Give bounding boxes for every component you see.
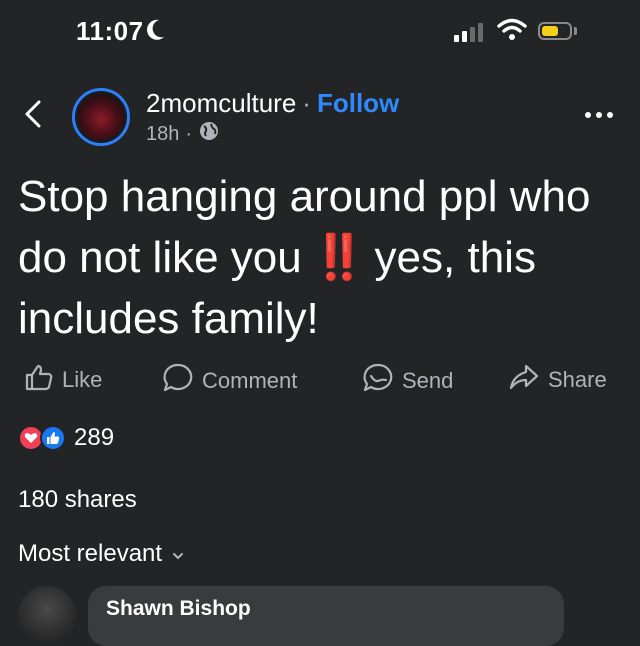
crescent-moon-icon — [146, 18, 166, 47]
author-separator: · — [302, 88, 311, 118]
status-time: 11:07 — [76, 16, 144, 46]
reaction-count: 289 — [74, 424, 115, 451]
messenger-icon — [362, 362, 394, 400]
author-line: 2momculture · Follow — [146, 88, 399, 119]
share-button[interactable]: Share — [508, 362, 607, 398]
wifi-icon — [497, 17, 527, 46]
author-name[interactable]: 2momculture — [146, 88, 296, 118]
post-meta: 18h · — [146, 120, 220, 148]
shares-count[interactable]: 180 shares — [18, 486, 137, 514]
comment-author[interactable]: Shawn Bishop — [106, 597, 251, 621]
comment-label: Comment — [202, 368, 298, 393]
thumbs-up-icon — [24, 362, 54, 398]
post-actions: Like Comment Send Share — [24, 362, 624, 396]
send-button[interactable]: Send — [362, 362, 453, 400]
comment-bubble-icon — [162, 362, 194, 400]
reaction-summary[interactable]: 289 — [18, 424, 114, 452]
comment-button[interactable]: Comment — [162, 362, 297, 400]
double-exclamation-emoji: ‼️ — [311, 233, 367, 282]
commenter-avatar[interactable] — [18, 586, 76, 644]
meta-separator: · — [185, 122, 193, 145]
send-label: Send — [402, 368, 454, 393]
chevron-down-icon — [172, 540, 184, 568]
follow-button[interactable]: Follow — [317, 88, 399, 118]
post-text: Stop hanging around ppl who do not like … — [18, 166, 628, 349]
sort-label: Most relevant — [18, 540, 163, 567]
like-button[interactable]: Like — [24, 362, 102, 398]
globe-icon — [198, 120, 220, 148]
share-arrow-icon — [508, 362, 540, 398]
like-reaction-icon — [40, 425, 66, 451]
comment-sort-dropdown[interactable]: Most relevant — [18, 540, 184, 568]
more-dots-icon[interactable] — [585, 112, 613, 118]
like-label: Like — [62, 367, 103, 392]
share-label: Share — [548, 367, 607, 392]
cellular-signal-icon — [454, 22, 483, 42]
author-avatar[interactable] — [72, 88, 130, 146]
chevron-left-icon[interactable] — [22, 98, 44, 135]
battery-cap — [574, 27, 577, 35]
battery-icon — [538, 22, 572, 40]
post-time[interactable]: 18h — [146, 123, 179, 146]
